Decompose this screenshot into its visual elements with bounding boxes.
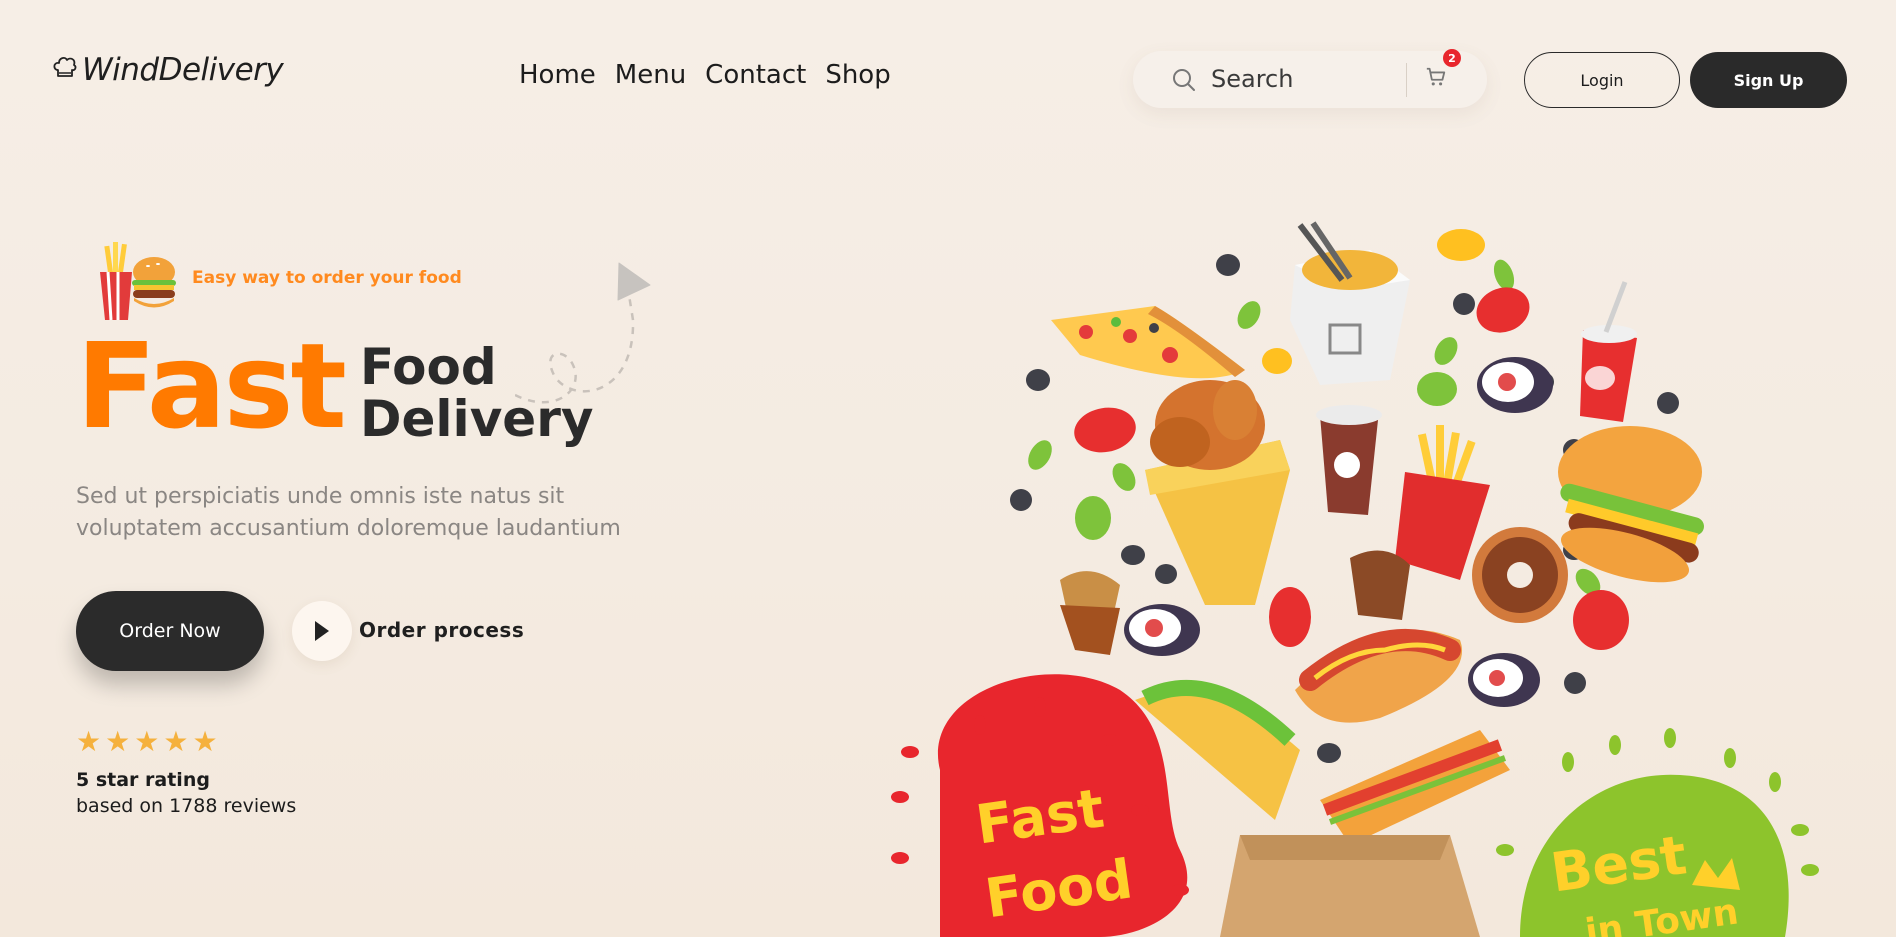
nav-home[interactable]: Home xyxy=(519,60,596,90)
logo[interactable]: WindDelivery xyxy=(52,52,284,88)
star-icon: ★ xyxy=(163,725,189,758)
headline-line1: Food xyxy=(360,338,497,396)
order-now-button[interactable]: Order Now xyxy=(76,591,264,671)
dashed-arrow-decoration xyxy=(515,262,651,404)
login-button[interactable]: Login xyxy=(1524,52,1680,108)
star-icon: ★ xyxy=(105,725,131,758)
hero-description-line1: Sed ut perspiciatis unde omnis iste natu… xyxy=(76,484,565,509)
star-icon: ★ xyxy=(134,725,160,758)
order-process-link[interactable]: Order process xyxy=(359,618,524,642)
nav-contact[interactable]: Contact xyxy=(705,60,806,90)
hero-description: Sed ut perspiciatis unde omnis iste natu… xyxy=(76,481,676,545)
tagline-illustration xyxy=(96,238,180,328)
hero-description-line2: voluptatem accusantium doloremque laudan… xyxy=(76,516,621,541)
chef-hat-icon xyxy=(52,55,78,85)
search-input[interactable]: Search xyxy=(1211,65,1293,93)
nav-shop[interactable]: Shop xyxy=(825,60,890,90)
food-illustration: Fast Food Best in Town xyxy=(891,221,1819,937)
logo-text: WindDelivery xyxy=(82,52,284,88)
star-icon: ★ xyxy=(192,725,218,758)
signup-button[interactable]: Sign Up xyxy=(1690,52,1847,108)
search-icon[interactable] xyxy=(1171,67,1197,93)
rating-title: 5 star rating xyxy=(76,769,210,791)
play-button[interactable] xyxy=(292,601,352,661)
main-nav: Home Menu Contact Shop xyxy=(519,60,891,90)
star-icon: ★ xyxy=(76,725,102,758)
headline-accent: Fast xyxy=(76,317,347,455)
fast-food-badge: Fast Food xyxy=(891,674,1189,937)
rating-subtitle: based on 1788 reviews xyxy=(76,795,297,817)
nav-menu[interactable]: Menu xyxy=(615,60,686,90)
search-divider xyxy=(1406,63,1407,97)
search-bar[interactable]: Search 2 xyxy=(1133,49,1487,108)
burger-fries-icon xyxy=(100,242,176,321)
cart-count-badge: 2 xyxy=(1443,49,1461,67)
hero-tagline: Easy way to order your food xyxy=(192,268,462,288)
best-in-town-badge: Best in Town xyxy=(1496,728,1819,937)
play-icon xyxy=(315,621,329,641)
star-rating: ★ ★ ★ ★ ★ xyxy=(76,728,218,756)
cart-icon[interactable] xyxy=(1425,66,1449,90)
